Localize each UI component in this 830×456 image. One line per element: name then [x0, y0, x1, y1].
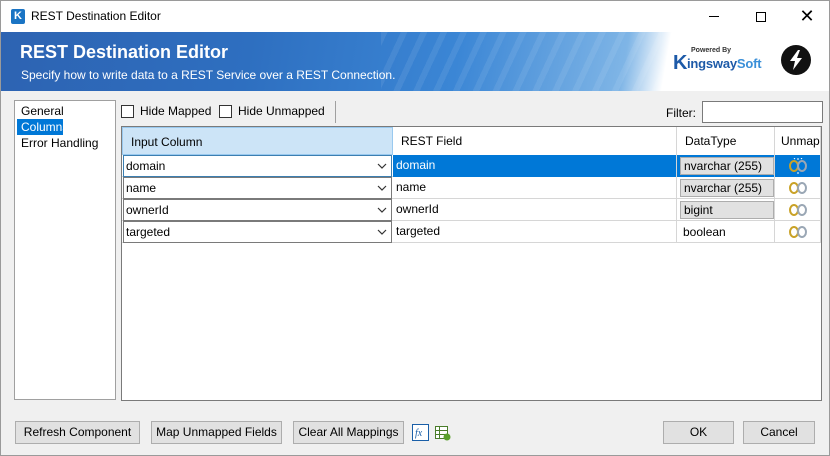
unmap-cell[interactable] — [775, 199, 821, 221]
input-column-dropdown[interactable]: name — [123, 177, 392, 199]
banner-decoration — [381, 32, 661, 91]
minimize-icon — [709, 16, 719, 17]
clear-all-mappings-button[interactable]: Clear All Mappings — [293, 421, 404, 444]
unmap-link-icon[interactable] — [789, 224, 807, 240]
unmap-cell[interactable] — [775, 221, 821, 243]
kingswaysoft-logo: Powered By K ingswaySoft — [673, 47, 765, 77]
table-row[interactable]: ownerId ownerId bigint — [122, 199, 821, 221]
unmap-link-icon[interactable] — [789, 180, 807, 196]
nav-item-error-handling[interactable]: Error Handling — [17, 135, 115, 151]
datatype-cell[interactable]: nvarchar (255) — [677, 155, 775, 177]
header-banner: REST Destination Editor Specify how to w… — [1, 32, 829, 91]
header-rest-field[interactable]: REST Field — [393, 127, 677, 155]
header-input-column[interactable]: Input Column — [122, 127, 393, 155]
datatype-button[interactable]: nvarchar (255) — [680, 157, 774, 175]
datatype-text: boolean — [683, 225, 726, 239]
maximize-icon — [756, 11, 766, 22]
chevron-down-icon — [377, 207, 387, 213]
brand-name-part-a: ingsway — [687, 56, 737, 71]
input-column-dropdown[interactable]: ownerId — [123, 199, 392, 221]
toolbar-separator — [335, 101, 336, 123]
unmap-link-icon[interactable] — [789, 202, 807, 218]
rest-field-cell[interactable]: name — [393, 177, 677, 199]
columns-toolbar: Hide Mapped Hide Unmapped Filter: — [121, 101, 823, 123]
filter-label: Filter: — [666, 106, 696, 120]
column-mapping-grid: Input Column REST Field DataType Unmap d… — [121, 126, 822, 401]
filter-input[interactable] — [702, 101, 823, 123]
hide-mapped-checkbox[interactable] — [121, 105, 134, 118]
brand-name: ingswaySoft — [687, 56, 762, 71]
expression-fx-button[interactable]: fx — [412, 424, 429, 441]
export-mappings-button[interactable] — [434, 424, 451, 441]
input-column-dropdown[interactable]: domain — [123, 155, 392, 177]
input-column-value: ownerId — [126, 203, 169, 217]
grid-header: Input Column REST Field DataType Unmap — [122, 127, 821, 155]
close-button[interactable]: ✕ — [784, 1, 829, 32]
kingswaysoft-app-icon: K — [11, 9, 25, 24]
input-column-value: domain — [126, 159, 166, 173]
banner-subtitle: Specify how to write data to a REST Serv… — [21, 68, 396, 82]
datatype-cell[interactable]: boolean — [677, 221, 775, 243]
map-unmapped-fields-button[interactable]: Map Unmapped Fields — [151, 421, 282, 444]
table-row[interactable]: targeted targeted boolean — [122, 221, 821, 243]
chevron-down-icon — [377, 163, 387, 169]
input-column-value: name — [126, 181, 157, 195]
header-unmap[interactable]: Unmap — [775, 127, 821, 155]
ok-button[interactable]: OK — [663, 421, 734, 444]
nav-item-general[interactable]: General — [17, 103, 115, 119]
datatype-cell[interactable]: nvarchar (255) — [677, 177, 775, 199]
input-column-dropdown[interactable]: targeted — [123, 221, 392, 243]
hide-unmapped-checkbox[interactable] — [219, 105, 232, 118]
minimize-button[interactable] — [691, 1, 737, 32]
brand-powered-by: Powered By — [691, 47, 732, 54]
chevron-down-icon — [377, 185, 387, 191]
unmap-cell[interactable] — [775, 177, 821, 199]
datatype-button[interactable]: nvarchar (255) — [680, 179, 774, 197]
rest-field-cell[interactable]: domain — [393, 155, 677, 177]
hide-unmapped-label: Hide Unmapped — [238, 104, 325, 118]
rest-field-cell[interactable]: targeted — [393, 221, 677, 243]
title-bar: K REST Destination Editor ✕ — [1, 1, 829, 32]
datatype-button[interactable]: bigint — [680, 201, 774, 219]
banner-title: REST Destination Editor — [20, 42, 229, 62]
rest-destination-editor-window: K REST Destination Editor ✕ REST Destina… — [0, 0, 830, 456]
unmap-cell[interactable] — [775, 155, 821, 177]
lightning-bolt-icon — [781, 45, 811, 75]
brand-name-part-b: Soft — [736, 56, 762, 71]
table-row[interactable]: domain domain nvarchar (255) — [122, 155, 821, 177]
window-title: REST Destination Editor — [31, 9, 161, 23]
input-column-value: targeted — [126, 225, 171, 239]
editor-page-list: General Columns Error Handling — [14, 100, 116, 400]
cancel-button[interactable]: Cancel — [743, 421, 815, 444]
nav-item-columns[interactable]: Columns — [17, 119, 68, 135]
fx-icon: fx — [412, 424, 429, 441]
unmap-link-icon[interactable] — [789, 158, 807, 174]
close-icon: ✕ — [799, 5, 815, 27]
refresh-component-button[interactable]: Refresh Component — [15, 421, 140, 444]
datatype-cell[interactable]: bigint — [677, 199, 775, 221]
hide-mapped-label: Hide Mapped — [140, 104, 212, 118]
fx-label: fx — [415, 428, 423, 439]
header-datatype[interactable]: DataType — [677, 127, 775, 155]
chevron-down-icon — [377, 229, 387, 235]
spreadsheet-icon — [435, 426, 451, 441]
table-row[interactable]: name name nvarchar (255) — [122, 177, 821, 199]
maximize-button[interactable] — [738, 1, 784, 32]
rest-field-cell[interactable]: ownerId — [393, 199, 677, 221]
